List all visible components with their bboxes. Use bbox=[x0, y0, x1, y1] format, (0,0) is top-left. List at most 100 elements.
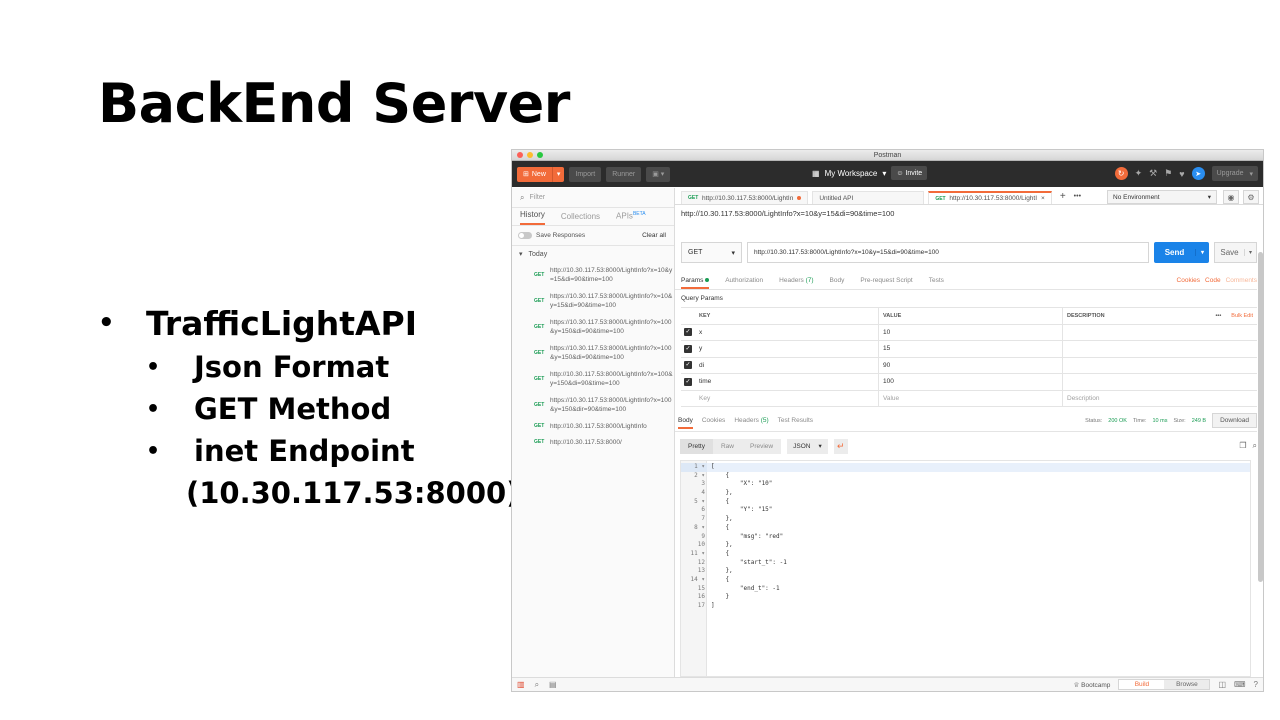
upgrade-button[interactable]: Upgrade ▾ bbox=[1211, 166, 1258, 181]
minimize-window-button[interactable] bbox=[527, 152, 533, 158]
param-value[interactable]: 15 bbox=[879, 341, 1063, 357]
param-description[interactable] bbox=[1063, 341, 1257, 357]
cookies-link[interactable]: Cookies bbox=[1177, 277, 1200, 284]
new-description-input[interactable]: Description bbox=[1063, 391, 1257, 407]
close-window-button[interactable] bbox=[517, 152, 523, 158]
more-options-button[interactable]: ••• bbox=[1216, 313, 1222, 319]
sidebar-icon[interactable]: ▥ bbox=[517, 680, 525, 689]
build-button[interactable]: Build bbox=[1119, 680, 1165, 689]
method-select[interactable]: GET ▾ bbox=[681, 242, 742, 263]
preview-button[interactable]: Preview bbox=[742, 443, 781, 450]
wrench-icon[interactable]: ⚒ bbox=[1149, 168, 1157, 179]
format-select[interactable]: JSON ▾ bbox=[787, 438, 828, 454]
close-icon[interactable]: × bbox=[1041, 195, 1045, 202]
browse-button[interactable]: Browse bbox=[1164, 680, 1210, 689]
param-key[interactable]: y bbox=[695, 341, 879, 357]
comments-link[interactable]: Comments bbox=[1226, 277, 1257, 284]
chevron-down-icon[interactable]: ▾ bbox=[1195, 249, 1209, 256]
tab-body[interactable]: Body bbox=[830, 277, 845, 284]
tab-apis[interactable]: APIsBETA bbox=[616, 211, 646, 225]
history-item[interactable]: GET https://10.30.117.53:8000/LightInfo?x… bbox=[512, 392, 674, 418]
rocket-icon[interactable]: ➤ bbox=[1191, 167, 1205, 180]
tab-response-headers[interactable]: Headers (5) bbox=[734, 417, 768, 424]
tab-response-cookies[interactable]: Cookies bbox=[702, 417, 725, 424]
runner-button[interactable]: Runner bbox=[606, 166, 642, 182]
send-button[interactable]: Send ▾ bbox=[1154, 242, 1209, 263]
wrap-lines-icon[interactable]: ↵ bbox=[833, 438, 848, 454]
history-item[interactable]: GET https://10.30.117.53:8000/LightInfo?x… bbox=[512, 314, 674, 340]
gear-icon[interactable]: ⚙ bbox=[1243, 190, 1259, 204]
layout-icon[interactable]: ◫ bbox=[1218, 680, 1226, 689]
import-button[interactable]: Import bbox=[569, 166, 602, 182]
new-key-input[interactable]: Key bbox=[695, 390, 879, 406]
code-link[interactable]: Code bbox=[1205, 277, 1221, 284]
bulk-edit-link[interactable]: Bulk Edit bbox=[1231, 313, 1253, 319]
search-icon[interactable]: ⌕ bbox=[1253, 441, 1257, 451]
url-input[interactable]: http://10.30.117.53:8000/LightInfo?x=10&… bbox=[747, 242, 1149, 263]
console-icon[interactable]: ▤ bbox=[549, 680, 557, 689]
response-body-editor[interactable]: 1 ▾[2 ▾ {3 "X": "10" 4 }, 5 ▾ {6 "Y": "15"… bbox=[680, 460, 1251, 677]
tab-params[interactable]: Params bbox=[681, 277, 710, 289]
history-item[interactable]: GET http://10.30.117.53:8000/LightInfo?x=… bbox=[512, 366, 674, 392]
filter-field[interactable]: ⌕ Filter bbox=[512, 188, 674, 208]
history-group-today[interactable]: ▾ Today bbox=[512, 246, 674, 262]
bootcamp-button[interactable]: ♕ Bootcamp bbox=[1074, 681, 1111, 689]
chevron-down-icon[interactable]: ▾ bbox=[1244, 249, 1256, 256]
sync-icon[interactable]: ↻ bbox=[1114, 167, 1128, 180]
tab-test-results[interactable]: Test Results bbox=[778, 417, 813, 424]
search-icon[interactable]: ⌕ bbox=[535, 680, 539, 690]
clear-all-button[interactable]: Clear all bbox=[642, 232, 666, 239]
param-value[interactable]: 10 bbox=[879, 324, 1063, 340]
tab-collections[interactable]: Collections bbox=[561, 212, 600, 225]
checkbox[interactable]: ✓ bbox=[684, 344, 692, 353]
save-responses-toggle[interactable] bbox=[518, 231, 532, 239]
download-button[interactable]: Download bbox=[1212, 413, 1257, 428]
history-item[interactable]: GET http://10.30.117.53:8000/ bbox=[512, 434, 674, 450]
param-description[interactable] bbox=[1063, 325, 1257, 341]
param-key[interactable]: time bbox=[695, 374, 879, 390]
zoom-window-button[interactable] bbox=[537, 152, 543, 158]
request-tab[interactable]: Untitled API bbox=[812, 191, 925, 204]
satellite-icon[interactable]: ✦ bbox=[1135, 168, 1143, 179]
save-button[interactable]: Save ▾ bbox=[1214, 242, 1257, 263]
copy-icon[interactable]: ❐ bbox=[1239, 441, 1246, 451]
history-item[interactable]: GET https://10.30.117.53:8000/LightInfo?x… bbox=[512, 288, 674, 314]
param-key[interactable]: x bbox=[695, 324, 879, 340]
checkbox[interactable]: ✓ bbox=[684, 377, 692, 386]
workspace-switcher[interactable]: ▦ My Workspace ▾ ☺ Invite bbox=[812, 166, 928, 180]
history-item[interactable]: GET http://10.30.117.53:8000/LightInfo bbox=[512, 418, 674, 434]
tab-prerequest-script[interactable]: Pre-request Script bbox=[860, 277, 912, 284]
heart-icon[interactable]: ♥ bbox=[1179, 169, 1184, 179]
vertical-scrollbar[interactable] bbox=[1258, 252, 1263, 582]
request-tab[interactable]: GET http://10.30.117.53:8000/LightIn bbox=[681, 191, 809, 204]
request-tab-active[interactable]: GET http://10.30.117.53:8000/LightI × bbox=[928, 191, 1052, 204]
tab-history[interactable]: History bbox=[520, 210, 545, 225]
history-item[interactable]: GET https://10.30.117.53:8000/LightInfo?x… bbox=[512, 340, 674, 366]
param-description[interactable] bbox=[1063, 374, 1257, 390]
checkbox[interactable]: ✓ bbox=[684, 361, 692, 370]
param-key[interactable]: di bbox=[695, 357, 879, 373]
bell-icon[interactable]: ⚑ bbox=[1164, 168, 1172, 179]
chevron-down-icon[interactable]: ▾ bbox=[553, 170, 565, 178]
history-item[interactable]: GET http://10.30.117.53:8000/LightInfo?x=… bbox=[512, 262, 674, 288]
tab-tests[interactable]: Tests bbox=[929, 277, 944, 284]
raw-button[interactable]: Raw bbox=[713, 443, 742, 450]
help-icon[interactable]: ? bbox=[1254, 680, 1258, 689]
tab-response-body[interactable]: Body bbox=[678, 417, 693, 429]
add-tab-button[interactable]: + bbox=[1056, 191, 1070, 204]
new-window-button[interactable]: ▣ ▾ bbox=[646, 166, 671, 182]
environment-select[interactable]: No Environment ▾ bbox=[1107, 190, 1217, 204]
keyboard-icon[interactable]: ⌨ bbox=[1234, 680, 1246, 689]
new-button[interactable]: ⊞ New ▾ bbox=[517, 166, 565, 182]
invite-button[interactable]: ☺ Invite bbox=[891, 166, 928, 180]
new-value-input[interactable]: Value bbox=[879, 390, 1063, 406]
pretty-button[interactable]: Pretty bbox=[680, 438, 713, 454]
tab-authorization[interactable]: Authorization bbox=[725, 277, 763, 284]
checkbox[interactable]: ✓ bbox=[684, 328, 692, 337]
param-description[interactable] bbox=[1063, 358, 1257, 374]
eye-icon[interactable]: ◉ bbox=[1223, 190, 1239, 204]
tab-headers[interactable]: Headers (7) bbox=[779, 277, 813, 284]
param-value[interactable]: 90 bbox=[879, 357, 1063, 373]
param-value[interactable]: 100 bbox=[879, 374, 1063, 390]
more-tabs-button[interactable]: ••• bbox=[1074, 193, 1081, 204]
